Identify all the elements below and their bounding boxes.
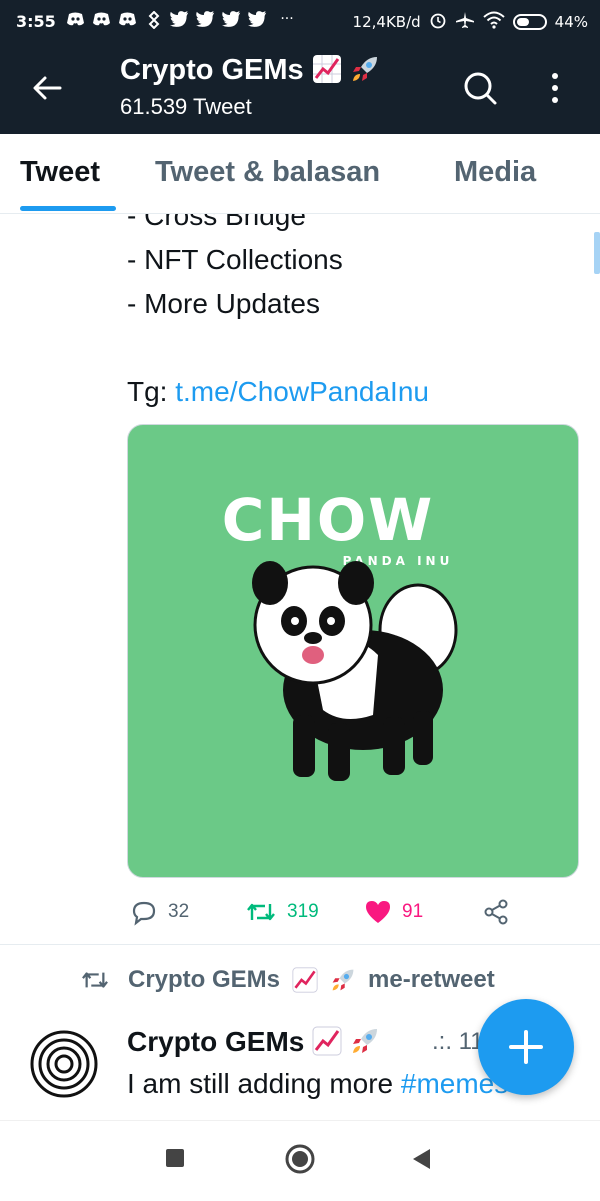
profile-name: Crypto GEMs — [120, 54, 304, 86]
recents-button[interactable] — [164, 1147, 186, 1174]
retweet-count: 319 — [287, 901, 319, 922]
tab-tweet-replies[interactable]: Tweet & balasan — [155, 156, 380, 189]
status-bar: 3:55 ··· 12,4KB/d 44% — [0, 0, 600, 44]
concentric-circles-avatar-icon — [30, 1030, 98, 1098]
back-nav-button[interactable] — [410, 1147, 432, 1176]
share-button[interactable] — [482, 898, 510, 926]
tweet-divider — [0, 944, 600, 945]
chow-panda-illustration: CHOW PANDA INU — [222, 486, 458, 781]
tweet-line: - NFT Collections — [127, 244, 343, 275]
app-header: Crypto GEMs 61.539 Tweet — [0, 44, 600, 134]
retweet-button[interactable]: 319 — [245, 898, 319, 926]
rocket-emoji — [352, 1029, 377, 1053]
clipped-line-wrapper: - Cross Bridge — [0, 214, 600, 244]
profile-tabs: Tweet Tweet & balasan Media — [0, 134, 600, 214]
twitter-icon — [222, 11, 241, 27]
airplane-mode-icon — [455, 11, 475, 33]
reply-count: 32 — [168, 901, 190, 922]
reply-button[interactable]: 32 — [130, 898, 189, 926]
twitter-icon — [196, 11, 215, 27]
retweet-icon — [82, 972, 108, 988]
active-tab-indicator — [20, 206, 116, 211]
like-button[interactable]: 91 — [364, 898, 423, 926]
tweet-meta: .:. 11 — [432, 1028, 484, 1055]
retweeter-name: Crypto GEMs — [128, 966, 281, 993]
system-nav-bar — [0, 1120, 600, 1201]
more-options-button[interactable] — [540, 66, 570, 110]
tweet-count: 61.539 Tweet — [120, 94, 252, 119]
tab-tweet[interactable]: Tweet — [20, 156, 100, 189]
tweet-author[interactable]: Crypto GEMs — [127, 1026, 380, 1058]
chart-increasing-emoji — [292, 967, 318, 993]
tg-label: Tg: — [127, 376, 168, 407]
telegram-link[interactable]: t.me/ChowPandaInu — [175, 376, 429, 407]
tweet-text-overflow — [127, 1108, 557, 1120]
like-count: 91 — [402, 901, 424, 922]
tweet-text-plain: I am still adding more — [127, 1068, 401, 1099]
twitter-icon — [170, 11, 189, 27]
discord-icon — [92, 11, 111, 27]
tweet-actions: 32 319 91 — [0, 896, 600, 928]
logo-text: CHOW — [222, 486, 434, 554]
tweet-line: - More Updates — [127, 288, 320, 319]
twitter-icon — [248, 11, 267, 27]
more-notifications-indicator: ··· — [280, 11, 294, 27]
status-time: 3:55 — [16, 12, 56, 31]
wifi-icon — [482, 11, 505, 33]
back-button[interactable] — [26, 66, 70, 110]
profile-title: Crypto GEMs — [120, 54, 380, 87]
search-icon — [464, 72, 497, 105]
square-icon — [166, 1149, 184, 1167]
author-name: Crypto GEMs — [127, 1026, 305, 1057]
retweet-banner[interactable]: Crypto GEMs me-retweet — [80, 966, 495, 994]
binance-icon — [144, 10, 163, 30]
alarm-icon — [429, 11, 447, 33]
notification-icons: ··· — [66, 10, 300, 30]
tweet-tg-line: Tg: t.me/ChowPandaInu — [127, 376, 429, 408]
tweet-text: I am still adding more #memes — [127, 1068, 508, 1100]
battery-icon — [512, 14, 547, 30]
triangle-back-icon — [413, 1149, 430, 1169]
tweet-line: - Cross Bridge — [127, 214, 306, 231]
rocket-emoji — [352, 57, 377, 81]
home-button[interactable] — [284, 1143, 316, 1180]
chart-increasing-emoji — [312, 55, 341, 83]
home-circle-icon — [285, 1144, 315, 1174]
share-icon — [484, 899, 508, 925]
discord-icon — [66, 11, 85, 27]
tweet-media-image[interactable]: CHOW PANDA INU — [127, 424, 579, 878]
search-button[interactable] — [458, 66, 502, 110]
retweet-icon — [247, 903, 275, 921]
arrow-left-icon — [33, 76, 62, 100]
heart-filled-icon — [366, 901, 390, 923]
scrollbar[interactable] — [594, 232, 600, 274]
more-vertical-icon — [552, 73, 558, 103]
plus-icon — [509, 1030, 543, 1064]
battery-percent: 44% — [554, 13, 588, 31]
discord-icon — [118, 11, 137, 27]
net-speed: 12,4KB/d — [352, 13, 421, 31]
retweet-suffix: me-retweet — [368, 966, 495, 993]
avatar[interactable] — [30, 1030, 98, 1098]
rocket-emoji — [332, 969, 354, 991]
tab-media[interactable]: Media — [454, 156, 536, 189]
compose-tweet-button[interactable] — [478, 999, 574, 1095]
chart-increasing-emoji — [312, 1026, 342, 1056]
reply-icon — [132, 901, 156, 926]
